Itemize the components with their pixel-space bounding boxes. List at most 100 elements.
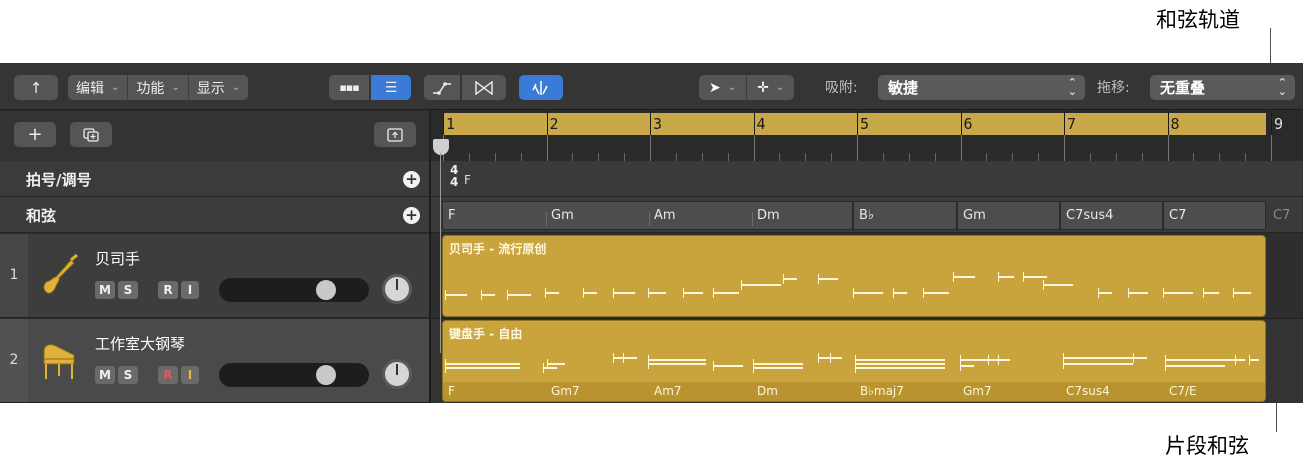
- fader-thumb[interactable]: [316, 280, 336, 300]
- region-note-cap: [998, 355, 999, 365]
- region-note: [1249, 359, 1259, 361]
- bass-guitar-icon: [43, 254, 78, 294]
- beat-tick: [1141, 153, 1143, 161]
- region-chord-label: F: [448, 384, 455, 398]
- bass-region[interactable]: 贝司手 - 流行原创: [442, 235, 1266, 317]
- add-chord-icon[interactable]: +: [403, 207, 420, 224]
- plus-icon: +: [27, 124, 43, 145]
- region-note-cap: [1163, 288, 1164, 298]
- beat-tick: [882, 153, 884, 161]
- signature-lane[interactable]: 4 4 F: [431, 161, 1303, 197]
- functions-menu[interactable]: 功能 ⌄: [128, 75, 189, 100]
- chord-separator: [752, 212, 753, 226]
- mute-button[interactable]: M: [95, 281, 115, 299]
- chevron-down-icon: ⌄: [111, 82, 120, 93]
- snap-select[interactable]: 敏捷 ⌃ ⌄: [878, 75, 1085, 100]
- duplicate-track-button[interactable]: [70, 122, 112, 147]
- region-chord-label: C7sus4: [1066, 384, 1110, 398]
- volume-fader[interactable]: [219, 278, 369, 302]
- beat-tick: [494, 153, 496, 161]
- region-title: 贝司手 - 流行原创: [449, 242, 547, 256]
- track-header-1[interactable]: 1 贝司手 M S R I: [0, 234, 431, 318]
- drag-select[interactable]: 无重叠 ⌃ ⌄: [1150, 75, 1295, 100]
- solo-button[interactable]: S: [118, 366, 138, 384]
- add-track-button[interactable]: +: [14, 122, 56, 147]
- chord-region[interactable]: C7: [1163, 201, 1266, 230]
- region-note-cap: [988, 355, 989, 365]
- chord-track-header[interactable]: 和弦 +: [0, 197, 431, 233]
- input-monitor-button[interactable]: I: [181, 366, 199, 384]
- fader-thumb[interactable]: [316, 365, 336, 385]
- beat-tick: [908, 153, 910, 161]
- chord-label: F: [448, 208, 456, 223]
- chord-region[interactable]: C7sus4: [1060, 201, 1163, 230]
- bar-line: [1271, 111, 1272, 135]
- beat-tick: [1115, 153, 1117, 161]
- chord-region[interactable]: Gm: [957, 201, 1060, 230]
- track-name: 工作室大钢琴: [95, 335, 186, 353]
- mute-button[interactable]: M: [95, 366, 115, 384]
- bar-number: 3: [653, 115, 663, 133]
- add-signature-icon[interactable]: +: [403, 171, 420, 188]
- pan-knob[interactable]: [382, 274, 412, 304]
- region-note-cap: [1043, 280, 1044, 290]
- region-title: 键盘手 - 自由: [449, 327, 523, 341]
- cycle-region[interactable]: [443, 113, 1266, 135]
- grand-piano-icon: [43, 344, 75, 379]
- playhead-handle[interactable]: [433, 139, 449, 155]
- region-note: [1043, 284, 1073, 286]
- keyboard-region[interactable]: 键盘手 - 自由 F Gm7 Am7 Dm B♭maj7 Gm7 C7sus4 …: [442, 320, 1266, 402]
- chord-label: Gm: [963, 208, 986, 223]
- automation-button[interactable]: [424, 75, 460, 100]
- view-menu[interactable]: 显示 ⌄: [189, 75, 248, 100]
- grid-icon: ▪▪▪: [339, 81, 359, 94]
- flex-button[interactable]: [462, 75, 506, 100]
- region-note: [783, 278, 797, 280]
- chord-region[interactable]: F Gm Am Dm: [442, 201, 853, 230]
- solo-button[interactable]: S: [118, 281, 138, 299]
- collapse-global-tracks-button[interactable]: [374, 122, 416, 147]
- pan-knob[interactable]: [382, 359, 412, 389]
- chord-label: C7sus4: [1066, 208, 1114, 223]
- track-body: 贝司手 M S R I: [28, 234, 431, 317]
- catch-button[interactable]: [519, 75, 563, 100]
- chord-region[interactable]: B♭: [853, 201, 957, 230]
- secondary-tool-menu[interactable]: ✛ ⌄: [747, 75, 794, 100]
- chord-lane[interactable]: F Gm Am Dm B♭ Gm C7sus4 C7 C7: [431, 197, 1303, 233]
- volume-fader[interactable]: [219, 363, 369, 387]
- back-arrow-icon: ↑: [29, 78, 43, 97]
- region-note: [998, 359, 1008, 361]
- record-enable-button[interactable]: R: [158, 281, 178, 299]
- bar-number: 8: [1170, 115, 1180, 133]
- region-note: [1063, 363, 1133, 365]
- region-chord-label: C7/E: [1169, 384, 1197, 398]
- grid-view-button[interactable]: ▪▪▪: [329, 75, 369, 100]
- edit-menu[interactable]: 编辑 ⌄: [68, 75, 129, 100]
- region-note: [545, 292, 559, 294]
- time-signature[interactable]: 4 4: [450, 164, 458, 188]
- signature-track-header[interactable]: 拍号/调号 +: [0, 161, 431, 197]
- region-chord-label: Gm7: [963, 384, 992, 398]
- beat-tick: [1038, 153, 1040, 161]
- record-enable-button[interactable]: R: [158, 366, 178, 384]
- beat-tick: [1012, 153, 1014, 161]
- track-body: 工作室大钢琴 M S R I: [28, 319, 431, 402]
- beat-tick: [1193, 153, 1195, 161]
- region-note-cap: [1128, 288, 1129, 298]
- key-signature[interactable]: F: [464, 173, 471, 187]
- bar-ruler[interactable]: 1 2 3 4 5 6 7 8 9: [431, 111, 1303, 161]
- back-button[interactable]: ↑: [14, 75, 58, 100]
- updown-icon: ⌃ ⌄: [1277, 76, 1287, 98]
- region-note: [1203, 292, 1219, 294]
- pointer-tool-menu[interactable]: ➤ ⌄: [699, 75, 748, 100]
- region-note-cap: [923, 288, 924, 298]
- bar-tick: [1271, 135, 1272, 161]
- beat-tick: [1219, 153, 1221, 161]
- input-monitor-button[interactable]: I: [181, 281, 199, 299]
- region-note-cap: [545, 288, 546, 298]
- track-header-2[interactable]: 2 工作室大钢琴 M S R I: [0, 319, 431, 403]
- region-note-cap: [741, 280, 742, 290]
- region-note-cap: [1023, 272, 1024, 282]
- chord-label: C7: [1169, 208, 1187, 223]
- list-view-button[interactable]: ☰: [371, 75, 411, 100]
